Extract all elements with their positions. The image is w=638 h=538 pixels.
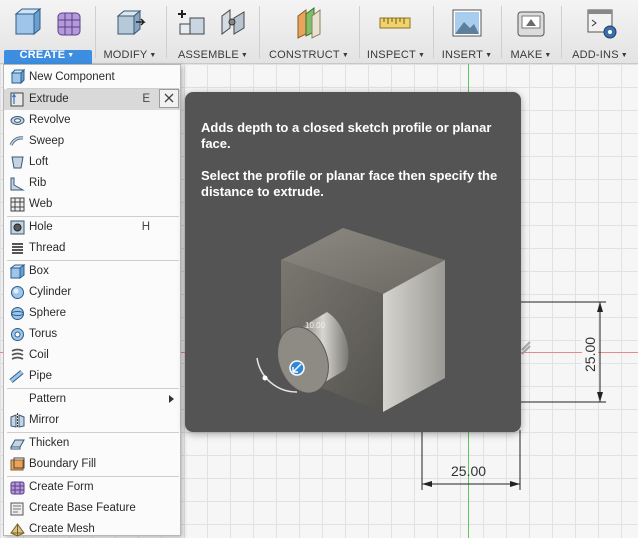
distance-value-label: 10.00 (305, 321, 326, 330)
menu-item-hole[interactable]: Hole H (4, 217, 180, 238)
joint-icon[interactable] (216, 6, 250, 40)
thread-icon (12, 243, 23, 254)
menu-item-box[interactable]: Box (4, 261, 180, 282)
new-component-assemble-icon[interactable] (176, 6, 210, 40)
toolbar-group-modify[interactable]: MODIFY ▼ (96, 0, 164, 64)
menu-item-extrude[interactable]: Extrude E (4, 89, 180, 110)
torus-icon (11, 328, 24, 341)
toolbar-group-construct[interactable]: CONSTRUCT ▼ (260, 0, 358, 64)
extrude-illustration: 10.00 (256, 228, 445, 412)
thicken-icon (10, 439, 25, 450)
mirror-icon (10, 413, 25, 428)
new-component-icon[interactable] (10, 6, 44, 40)
vertical-dimension-label[interactable]: 25.00 (582, 337, 598, 372)
extrude-icon (10, 92, 24, 107)
inspect-menu-button[interactable]: INSPECT ▼ (360, 49, 432, 61)
menu-item-thicken[interactable]: Thicken (4, 433, 180, 454)
menu-item-web[interactable]: Web (4, 194, 180, 215)
3d-print-icon[interactable] (514, 6, 548, 40)
scripts-icon[interactable] (584, 6, 618, 40)
toolbar-group-make[interactable]: MAKE ▼ (502, 0, 560, 64)
toolbar-divider (166, 6, 167, 58)
menu-item-pipe[interactable]: Pipe (4, 366, 180, 387)
toolbar-group-insert[interactable]: INSERT ▼ (434, 0, 500, 64)
create-dropdown-menu: New Component Extrude E Revolve Sweep Lo… (3, 64, 181, 538)
rib-icon (10, 177, 25, 191)
press-pull-icon[interactable] (112, 6, 146, 40)
make-menu-button[interactable]: MAKE ▼ (502, 49, 560, 61)
modify-menu-button[interactable]: MODIFY ▼ (96, 49, 164, 61)
menu-item-mirror[interactable]: Mirror (4, 410, 180, 431)
menu-item-pattern[interactable]: Pattern (4, 389, 180, 410)
menu-item-sweep[interactable]: Sweep (4, 131, 180, 152)
create-mesh-icon (10, 523, 25, 537)
menu-item-sphere[interactable]: Sphere (4, 303, 180, 324)
tooltip-description: Adds depth to a closed sketch profile or… (201, 120, 492, 151)
sweep-icon (9, 136, 24, 146)
revolve-icon (10, 116, 25, 125)
toolbar-group-assemble[interactable]: ASSEMBLE ▼ (168, 0, 258, 64)
extrude-tooltip: Adds depth to a closed sketch profile or… (185, 92, 521, 432)
toolbar: CREATE ▼ MODIFY ▼ ASSEMBLE ▼ CONSTRUCT ▼… (0, 0, 638, 64)
construct-menu-button[interactable]: CONSTRUCT ▼ (260, 49, 358, 61)
menu-item-rib[interactable]: Rib (4, 173, 180, 194)
submenu-arrow-icon (169, 395, 174, 403)
hole-icon (10, 220, 25, 235)
menu-item-create-form[interactable]: Create Form (4, 477, 180, 498)
menu-item-revolve[interactable]: Revolve (4, 110, 180, 131)
menu-item-create-base-feature[interactable]: Create Base Feature (4, 498, 180, 519)
pipe-icon (9, 370, 24, 383)
tooltip-instruction: Select the profile or planar face then s… (201, 168, 498, 199)
new-component-icon (10, 69, 26, 85)
close-icon (164, 93, 174, 103)
boundary-fill-icon (10, 457, 25, 471)
base-feature-icon (10, 502, 24, 516)
close-button[interactable] (159, 89, 179, 108)
insert-image-icon[interactable] (450, 6, 484, 40)
menu-item-boundary-fill[interactable]: Boundary Fill (4, 454, 180, 475)
sphere-icon (11, 307, 24, 320)
coil-icon (11, 348, 24, 360)
menu-item-coil[interactable]: Coil (4, 345, 180, 366)
insert-menu-button[interactable]: INSERT ▼ (434, 49, 500, 61)
form-icon[interactable] (52, 6, 86, 40)
create-form-icon (10, 481, 25, 495)
loft-icon (11, 156, 24, 169)
toolbar-group-add-ins[interactable]: ADD-INS ▼ (562, 0, 638, 64)
menu-item-cylinder[interactable]: Cylinder (4, 282, 180, 303)
measure-icon[interactable] (378, 6, 412, 40)
menu-item-torus[interactable]: Torus (4, 324, 180, 345)
horizontal-dimension-label[interactable]: 25.00 (451, 463, 486, 479)
assemble-menu-button[interactable]: ASSEMBLE ▼ (168, 49, 258, 61)
menu-item-create-mesh[interactable]: Create Mesh (4, 519, 180, 538)
menu-item-thread[interactable]: Thread (4, 238, 180, 259)
offset-plane-icon[interactable] (292, 6, 326, 40)
cylinder-icon (11, 286, 24, 299)
add-ins-menu-button[interactable]: ADD-INS ▼ (562, 49, 638, 61)
web-icon (10, 197, 25, 212)
menu-item-new-component[interactable]: New Component (4, 67, 180, 88)
box-icon (9, 264, 26, 279)
toolbar-group-inspect[interactable]: INSPECT ▼ (360, 0, 432, 64)
menu-item-loft[interactable]: Loft (4, 152, 180, 173)
create-menu-button[interactable]: CREATE ▼ (0, 49, 94, 61)
toolbar-group-create[interactable]: CREATE ▼ (0, 0, 94, 64)
